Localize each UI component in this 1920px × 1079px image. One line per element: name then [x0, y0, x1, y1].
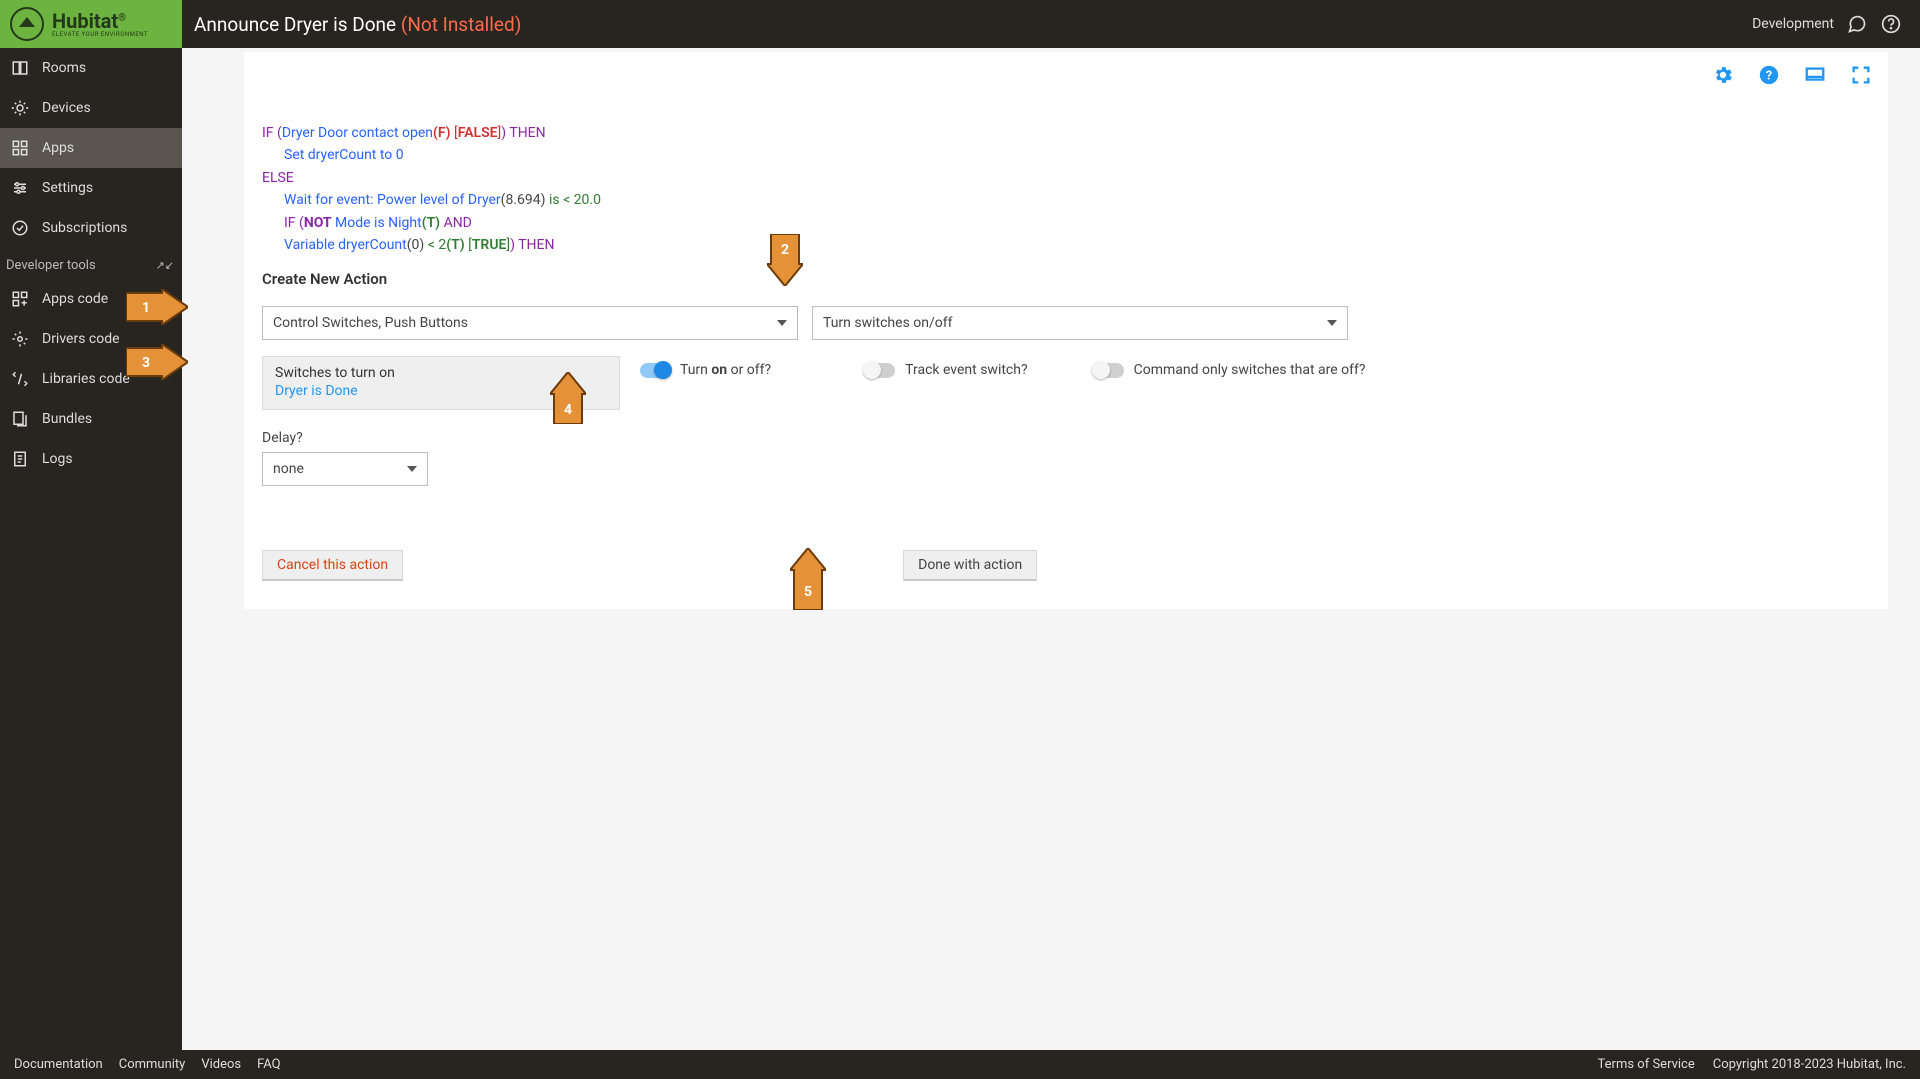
- rooms-icon: [10, 58, 30, 78]
- logo-tagline: ELEVATE YOUR ENVIRONMENT: [52, 31, 148, 38]
- main-content: ? IF (Dryer Door contact open(F) [FALSE]…: [182, 48, 1920, 1050]
- action-category-select[interactable]: Control Switches, Push Buttons: [262, 306, 798, 340]
- select-value: none: [273, 461, 304, 477]
- section-title: Create New Action: [262, 270, 1870, 288]
- sidebar-item-rooms[interactable]: Rooms: [0, 48, 182, 88]
- settings-icon: [10, 178, 30, 198]
- sidebar-item-label: Libraries code: [42, 371, 130, 387]
- on-off-label: Turn on or off?: [680, 362, 771, 378]
- rule-expression: IF (Dryer Door contact open(F) [FALSE]) …: [262, 122, 1870, 256]
- collapse-icon: ↗↙: [156, 259, 174, 272]
- sidebar-item-label: Rooms: [42, 60, 86, 76]
- sidebar-item-label: Apps code: [42, 291, 108, 307]
- drivers-code-icon: [10, 329, 30, 349]
- sidebar: Rooms Devices Apps Settings Subscription…: [0, 48, 182, 1050]
- footer: Documentation Community Videos FAQ Terms…: [0, 1050, 1920, 1079]
- sidebar-item-subscriptions[interactable]: Subscriptions: [0, 208, 182, 248]
- done-action-button[interactable]: Done with action: [903, 550, 1037, 581]
- delay-select[interactable]: none: [262, 452, 428, 486]
- track-event-label: Track event switch?: [905, 362, 1027, 378]
- command-only-toggle[interactable]: [1094, 363, 1124, 378]
- sidebar-item-apps[interactable]: Apps: [0, 128, 182, 168]
- logo-wordmark: Hubitat®: [52, 11, 148, 31]
- sidebar-item-label: Apps: [42, 140, 74, 156]
- install-status: (Not Installed): [401, 13, 522, 36]
- delay-label: Delay?: [262, 430, 1870, 446]
- apps-code-icon: [10, 289, 30, 309]
- sidebar-item-label: Drivers code: [42, 331, 120, 347]
- sidebar-item-apps-code[interactable]: Apps code: [0, 279, 182, 319]
- sidebar-item-label: Settings: [42, 180, 93, 196]
- devices-icon: [10, 98, 30, 118]
- sidebar-item-drivers-code[interactable]: Drivers code: [0, 319, 182, 359]
- svg-text:?: ?: [1766, 69, 1772, 84]
- display-icon[interactable]: [1804, 64, 1826, 86]
- libraries-code-icon: [10, 369, 30, 389]
- help-icon[interactable]: [1880, 13, 1902, 35]
- chevron-down-icon: [407, 466, 417, 472]
- app-header: Hubitat® ELEVATE YOUR ENVIRONMENT Announ…: [0, 0, 1920, 48]
- fullscreen-icon[interactable]: [1850, 64, 1872, 86]
- sidebar-item-libraries-code[interactable]: Libraries code: [0, 359, 182, 399]
- sidebar-item-label: Logs: [42, 451, 73, 467]
- rule-card: ? IF (Dryer Door contact open(F) [FALSE]…: [244, 52, 1888, 609]
- track-event-toggle[interactable]: [865, 363, 895, 378]
- sidebar-item-label: Bundles: [42, 411, 92, 427]
- logo-mark-icon: [10, 7, 44, 41]
- logs-icon: [10, 449, 30, 469]
- chat-icon[interactable]: [1846, 13, 1868, 35]
- panel-title: Switches to turn on: [275, 365, 607, 381]
- dev-tools-label: Developer tools: [6, 258, 96, 273]
- chevron-down-icon: [1327, 320, 1337, 326]
- footer-link-videos[interactable]: Videos: [201, 1057, 241, 1072]
- panel-value: Dryer is Done: [275, 383, 607, 399]
- subscriptions-icon: [10, 218, 30, 238]
- footer-copyright: Copyright 2018-2023 Hubitat, Inc.: [1713, 1057, 1906, 1072]
- switches-panel[interactable]: Switches to turn on Dryer is Done: [262, 356, 620, 410]
- footer-link-documentation[interactable]: Documentation: [14, 1057, 103, 1072]
- cancel-action-button[interactable]: Cancel this action: [262, 550, 403, 581]
- sidebar-item-bundles[interactable]: Bundles: [0, 399, 182, 439]
- page-title: Announce Dryer is Done (Not Installed): [194, 13, 521, 36]
- env-label: Development: [1752, 16, 1834, 32]
- command-only-label: Command only switches that are off?: [1134, 362, 1366, 378]
- footer-link-community[interactable]: Community: [119, 1057, 186, 1072]
- action-subtype-select[interactable]: Turn switches on/off: [812, 306, 1348, 340]
- card-tools: ?: [1712, 64, 1872, 86]
- sidebar-item-logs[interactable]: Logs: [0, 439, 182, 479]
- brand-logo[interactable]: Hubitat® ELEVATE YOUR ENVIRONMENT: [0, 0, 182, 48]
- sidebar-item-devices[interactable]: Devices: [0, 88, 182, 128]
- help-icon[interactable]: ?: [1758, 64, 1780, 86]
- footer-tos[interactable]: Terms of Service: [1598, 1057, 1695, 1072]
- apps-icon: [10, 138, 30, 158]
- select-value: Turn switches on/off: [823, 315, 952, 331]
- select-value: Control Switches, Push Buttons: [273, 315, 468, 331]
- gear-icon[interactable]: [1712, 64, 1734, 86]
- on-off-toggle[interactable]: [640, 363, 670, 378]
- sidebar-item-label: Subscriptions: [42, 220, 127, 236]
- sidebar-item-label: Devices: [42, 100, 91, 116]
- sidebar-item-settings[interactable]: Settings: [0, 168, 182, 208]
- bundles-icon: [10, 409, 30, 429]
- chevron-down-icon: [777, 320, 787, 326]
- footer-link-faq[interactable]: FAQ: [257, 1057, 280, 1072]
- dev-tools-header[interactable]: Developer tools ↗↙: [0, 248, 182, 279]
